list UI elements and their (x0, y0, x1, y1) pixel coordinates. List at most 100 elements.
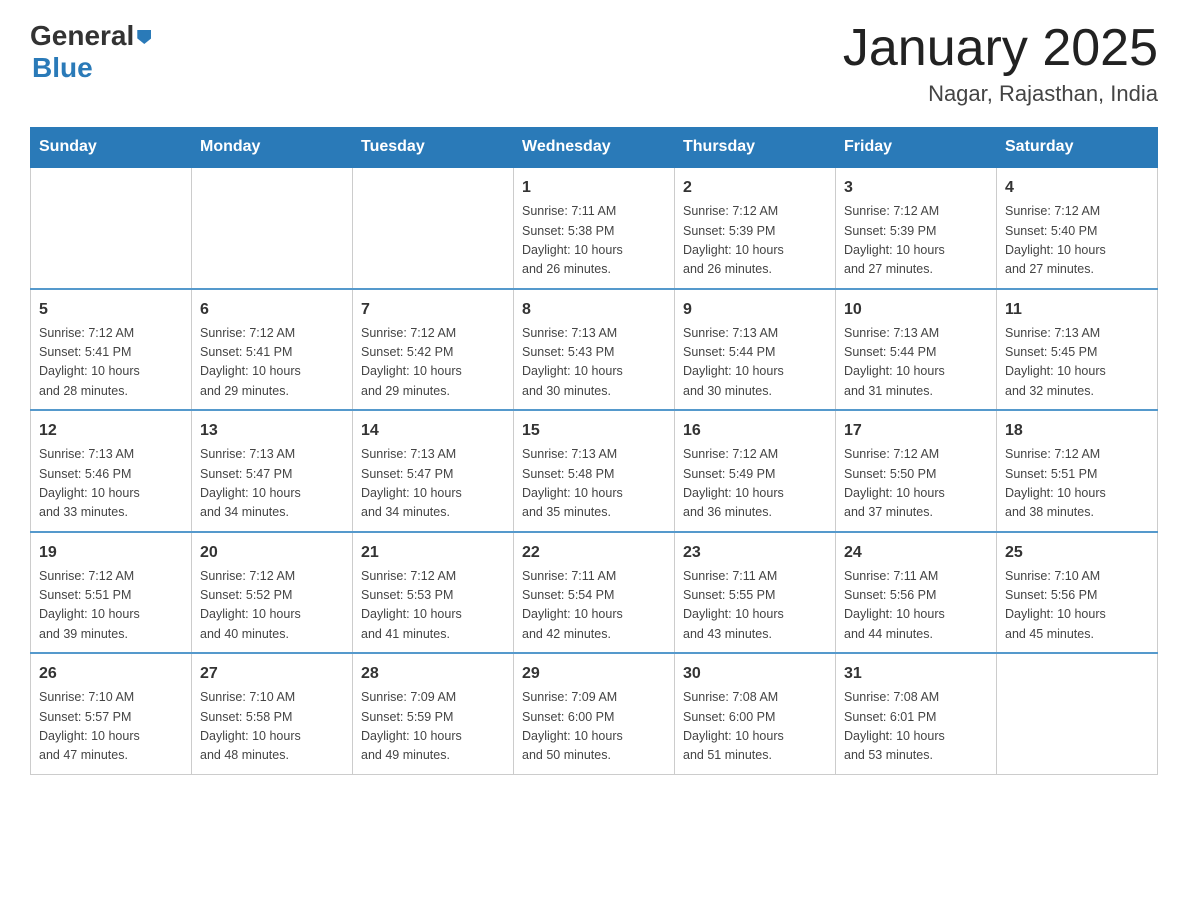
day-number: 6 (200, 298, 344, 322)
day-number: 14 (361, 419, 505, 443)
day-number: 5 (39, 298, 183, 322)
day-number: 7 (361, 298, 505, 322)
day-number: 10 (844, 298, 988, 322)
day-info: Sunrise: 7:11 AM Sunset: 5:56 PM Dayligh… (844, 567, 988, 645)
day-number: 16 (683, 419, 827, 443)
calendar-cell: 24Sunrise: 7:11 AM Sunset: 5:56 PM Dayli… (836, 532, 997, 654)
month-title: January 2025 (843, 20, 1158, 77)
calendar-week-row: 5Sunrise: 7:12 AM Sunset: 5:41 PM Daylig… (31, 289, 1158, 411)
calendar-cell: 2Sunrise: 7:12 AM Sunset: 5:39 PM Daylig… (675, 167, 836, 289)
day-info: Sunrise: 7:12 AM Sunset: 5:40 PM Dayligh… (1005, 202, 1149, 280)
day-info: Sunrise: 7:12 AM Sunset: 5:53 PM Dayligh… (361, 567, 505, 645)
logo-blue-text: Blue (32, 52, 151, 84)
calendar-cell: 20Sunrise: 7:12 AM Sunset: 5:52 PM Dayli… (192, 532, 353, 654)
calendar-cell: 5Sunrise: 7:12 AM Sunset: 5:41 PM Daylig… (31, 289, 192, 411)
day-info: Sunrise: 7:12 AM Sunset: 5:39 PM Dayligh… (683, 202, 827, 280)
calendar-cell: 7Sunrise: 7:12 AM Sunset: 5:42 PM Daylig… (353, 289, 514, 411)
day-info: Sunrise: 7:12 AM Sunset: 5:51 PM Dayligh… (39, 567, 183, 645)
day-number: 18 (1005, 419, 1149, 443)
day-info: Sunrise: 7:12 AM Sunset: 5:39 PM Dayligh… (844, 202, 988, 280)
calendar-cell (192, 167, 353, 289)
day-number: 1 (522, 176, 666, 200)
calendar-week-row: 26Sunrise: 7:10 AM Sunset: 5:57 PM Dayli… (31, 653, 1158, 774)
calendar-cell (353, 167, 514, 289)
day-number: 30 (683, 662, 827, 686)
calendar-cell: 4Sunrise: 7:12 AM Sunset: 5:40 PM Daylig… (997, 167, 1158, 289)
day-info: Sunrise: 7:13 AM Sunset: 5:44 PM Dayligh… (844, 324, 988, 402)
calendar-cell: 19Sunrise: 7:12 AM Sunset: 5:51 PM Dayli… (31, 532, 192, 654)
day-number: 13 (200, 419, 344, 443)
day-number: 28 (361, 662, 505, 686)
calendar-week-row: 12Sunrise: 7:13 AM Sunset: 5:46 PM Dayli… (31, 410, 1158, 532)
col-header-saturday: Saturday (997, 128, 1158, 168)
day-info: Sunrise: 7:10 AM Sunset: 5:58 PM Dayligh… (200, 688, 344, 766)
calendar-cell: 10Sunrise: 7:13 AM Sunset: 5:44 PM Dayli… (836, 289, 997, 411)
calendar-cell: 31Sunrise: 7:08 AM Sunset: 6:01 PM Dayli… (836, 653, 997, 774)
day-info: Sunrise: 7:12 AM Sunset: 5:41 PM Dayligh… (39, 324, 183, 402)
day-info: Sunrise: 7:11 AM Sunset: 5:38 PM Dayligh… (522, 202, 666, 280)
location-text: Nagar, Rajasthan, India (843, 81, 1158, 107)
day-number: 25 (1005, 541, 1149, 565)
calendar-cell (31, 167, 192, 289)
logo: General Blue (30, 20, 151, 84)
calendar-header-row: SundayMondayTuesdayWednesdayThursdayFrid… (31, 128, 1158, 168)
day-number: 26 (39, 662, 183, 686)
day-info: Sunrise: 7:12 AM Sunset: 5:41 PM Dayligh… (200, 324, 344, 402)
col-header-wednesday: Wednesday (514, 128, 675, 168)
logo-general-text: General (30, 20, 134, 52)
day-info: Sunrise: 7:09 AM Sunset: 5:59 PM Dayligh… (361, 688, 505, 766)
day-number: 22 (522, 541, 666, 565)
day-info: Sunrise: 7:13 AM Sunset: 5:43 PM Dayligh… (522, 324, 666, 402)
day-number: 11 (1005, 298, 1149, 322)
calendar-cell: 14Sunrise: 7:13 AM Sunset: 5:47 PM Dayli… (353, 410, 514, 532)
calendar-cell: 25Sunrise: 7:10 AM Sunset: 5:56 PM Dayli… (997, 532, 1158, 654)
calendar-cell: 6Sunrise: 7:12 AM Sunset: 5:41 PM Daylig… (192, 289, 353, 411)
calendar-cell: 17Sunrise: 7:12 AM Sunset: 5:50 PM Dayli… (836, 410, 997, 532)
calendar-cell: 18Sunrise: 7:12 AM Sunset: 5:51 PM Dayli… (997, 410, 1158, 532)
col-header-sunday: Sunday (31, 128, 192, 168)
day-info: Sunrise: 7:10 AM Sunset: 5:57 PM Dayligh… (39, 688, 183, 766)
day-number: 19 (39, 541, 183, 565)
day-number: 27 (200, 662, 344, 686)
day-number: 20 (200, 541, 344, 565)
page-header: General Blue January 2025 Nagar, Rajasth… (30, 20, 1158, 107)
calendar-cell: 28Sunrise: 7:09 AM Sunset: 5:59 PM Dayli… (353, 653, 514, 774)
day-info: Sunrise: 7:12 AM Sunset: 5:51 PM Dayligh… (1005, 445, 1149, 523)
day-number: 21 (361, 541, 505, 565)
calendar-cell: 29Sunrise: 7:09 AM Sunset: 6:00 PM Dayli… (514, 653, 675, 774)
calendar-week-row: 19Sunrise: 7:12 AM Sunset: 5:51 PM Dayli… (31, 532, 1158, 654)
day-number: 4 (1005, 176, 1149, 200)
col-header-friday: Friday (836, 128, 997, 168)
calendar-cell: 21Sunrise: 7:12 AM Sunset: 5:53 PM Dayli… (353, 532, 514, 654)
title-section: January 2025 Nagar, Rajasthan, India (843, 20, 1158, 107)
calendar-cell: 9Sunrise: 7:13 AM Sunset: 5:44 PM Daylig… (675, 289, 836, 411)
logo-arrow-icon (137, 30, 151, 44)
day-number: 31 (844, 662, 988, 686)
day-info: Sunrise: 7:08 AM Sunset: 6:00 PM Dayligh… (683, 688, 827, 766)
calendar-week-row: 1Sunrise: 7:11 AM Sunset: 5:38 PM Daylig… (31, 167, 1158, 289)
day-info: Sunrise: 7:09 AM Sunset: 6:00 PM Dayligh… (522, 688, 666, 766)
day-number: 24 (844, 541, 988, 565)
calendar-cell: 16Sunrise: 7:12 AM Sunset: 5:49 PM Dayli… (675, 410, 836, 532)
calendar-cell: 3Sunrise: 7:12 AM Sunset: 5:39 PM Daylig… (836, 167, 997, 289)
col-header-thursday: Thursday (675, 128, 836, 168)
day-number: 17 (844, 419, 988, 443)
day-number: 2 (683, 176, 827, 200)
day-number: 8 (522, 298, 666, 322)
calendar-cell: 22Sunrise: 7:11 AM Sunset: 5:54 PM Dayli… (514, 532, 675, 654)
calendar-cell: 12Sunrise: 7:13 AM Sunset: 5:46 PM Dayli… (31, 410, 192, 532)
day-info: Sunrise: 7:12 AM Sunset: 5:50 PM Dayligh… (844, 445, 988, 523)
calendar-table: SundayMondayTuesdayWednesdayThursdayFrid… (30, 127, 1158, 775)
day-info: Sunrise: 7:13 AM Sunset: 5:46 PM Dayligh… (39, 445, 183, 523)
col-header-monday: Monday (192, 128, 353, 168)
calendar-cell: 30Sunrise: 7:08 AM Sunset: 6:00 PM Dayli… (675, 653, 836, 774)
day-info: Sunrise: 7:13 AM Sunset: 5:44 PM Dayligh… (683, 324, 827, 402)
day-number: 3 (844, 176, 988, 200)
day-info: Sunrise: 7:13 AM Sunset: 5:45 PM Dayligh… (1005, 324, 1149, 402)
day-info: Sunrise: 7:12 AM Sunset: 5:52 PM Dayligh… (200, 567, 344, 645)
calendar-cell: 11Sunrise: 7:13 AM Sunset: 5:45 PM Dayli… (997, 289, 1158, 411)
calendar-cell: 13Sunrise: 7:13 AM Sunset: 5:47 PM Dayli… (192, 410, 353, 532)
day-number: 29 (522, 662, 666, 686)
col-header-tuesday: Tuesday (353, 128, 514, 168)
day-info: Sunrise: 7:13 AM Sunset: 5:48 PM Dayligh… (522, 445, 666, 523)
